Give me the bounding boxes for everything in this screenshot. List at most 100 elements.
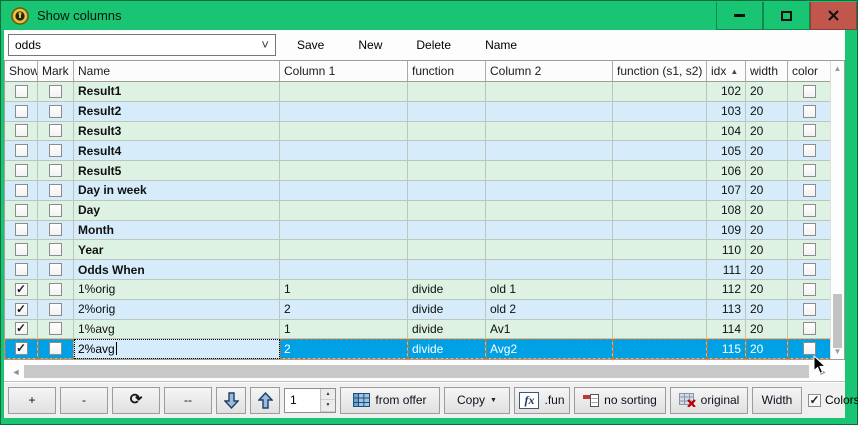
cell-width[interactable]: 20 [746, 339, 788, 359]
cell-column1[interactable]: 2 [280, 300, 408, 320]
scroll-left-icon[interactable]: ◄ [10, 367, 22, 377]
show-checkbox[interactable] [15, 184, 28, 197]
cell-idx[interactable]: 115 [707, 339, 746, 359]
cell-function2[interactable] [613, 122, 707, 142]
menu-item-delete[interactable]: Delete [415, 36, 452, 54]
cell-column2[interactable] [486, 122, 613, 142]
scroll-up-icon[interactable]: ▲ [831, 64, 844, 73]
column-header-column-1[interactable]: Column 1 [280, 61, 408, 81]
show-checkbox[interactable] [15, 223, 28, 236]
cell-width[interactable]: 20 [746, 141, 788, 161]
cell-idx[interactable]: 107 [707, 181, 746, 201]
cell-column1[interactable] [280, 82, 408, 102]
cell-width[interactable]: 20 [746, 102, 788, 122]
cell-column1[interactable] [280, 122, 408, 142]
cell-color[interactable] [788, 82, 830, 102]
cell-function1[interactable]: divide [408, 300, 486, 320]
cell-mark[interactable] [38, 82, 74, 102]
cell-idx[interactable]: 106 [707, 161, 746, 181]
color-checkbox[interactable] [803, 322, 816, 335]
cell-name[interactable]: Year [74, 240, 280, 260]
step-spinner[interactable]: 1 ▲ ▼ [284, 388, 336, 413]
cell-function1[interactable]: divide [408, 280, 486, 300]
cell-color[interactable] [788, 161, 830, 181]
cell-column1[interactable] [280, 201, 408, 221]
column-header-width[interactable]: width [746, 61, 788, 81]
refresh-button[interactable]: ⟳ [112, 387, 160, 414]
mark-checkbox[interactable] [49, 263, 62, 276]
table-row[interactable]: Result310420 [5, 122, 830, 142]
cell-width[interactable]: 20 [746, 82, 788, 102]
cell-show[interactable] [5, 240, 38, 260]
cell-width[interactable]: 20 [746, 280, 788, 300]
cell-column2[interactable] [486, 240, 613, 260]
cell-column2[interactable] [486, 260, 613, 280]
cell-name[interactable]: 2%avg [74, 339, 280, 359]
cell-column2[interactable] [486, 181, 613, 201]
cell-width[interactable]: 20 [746, 240, 788, 260]
cell-idx[interactable]: 112 [707, 280, 746, 300]
show-checkbox[interactable] [15, 105, 28, 118]
cell-name[interactable]: Result3 [74, 122, 280, 142]
cell-function2[interactable] [613, 161, 707, 181]
cell-mark[interactable] [38, 141, 74, 161]
cell-show[interactable] [5, 221, 38, 241]
cell-idx[interactable]: 111 [707, 260, 746, 280]
cell-mark[interactable] [38, 300, 74, 320]
show-checkbox[interactable]: ✓ [15, 303, 28, 316]
table-row[interactable]: Result510620 [5, 161, 830, 181]
color-checkbox[interactable] [803, 263, 816, 276]
add-button[interactable]: + [8, 387, 56, 414]
cell-idx[interactable]: 109 [707, 221, 746, 241]
move-up-button[interactable] [250, 387, 280, 414]
cell-function2[interactable] [613, 260, 707, 280]
cell-function2[interactable] [613, 201, 707, 221]
mark-checkbox[interactable] [49, 283, 62, 296]
cell-color[interactable] [788, 122, 830, 142]
table-row[interactable]: Day in week10720 [5, 181, 830, 201]
color-checkbox[interactable] [803, 204, 816, 217]
mark-checkbox[interactable] [49, 105, 62, 118]
cell-color[interactable] [788, 102, 830, 122]
cell-idx[interactable]: 108 [707, 201, 746, 221]
cell-function1[interactable] [408, 102, 486, 122]
cell-column1[interactable]: 2 [280, 339, 408, 359]
mark-checkbox[interactable] [49, 303, 62, 316]
show-checkbox[interactable]: ✓ [15, 283, 28, 296]
cell-function1[interactable] [408, 260, 486, 280]
cell-function2[interactable] [613, 339, 707, 359]
cell-column2[interactable] [486, 201, 613, 221]
cell-name[interactable]: Result4 [74, 141, 280, 161]
cell-show[interactable]: ✓ [5, 339, 38, 359]
menu-item-new[interactable]: New [357, 36, 383, 54]
column-header-name[interactable]: Name [74, 61, 280, 81]
cell-function2[interactable] [613, 181, 707, 201]
cell-width[interactable]: 20 [746, 221, 788, 241]
cell-function2[interactable] [613, 320, 707, 340]
table-row[interactable]: Day10820 [5, 201, 830, 221]
cell-function1[interactable] [408, 122, 486, 142]
cell-width[interactable]: 20 [746, 320, 788, 340]
cell-color[interactable] [788, 181, 830, 201]
cell-name[interactable]: 1%avg [74, 320, 280, 340]
cell-idx[interactable]: 103 [707, 102, 746, 122]
cell-width[interactable]: 20 [746, 201, 788, 221]
cell-function1[interactable] [408, 161, 486, 181]
horizontal-scrollbar[interactable]: ◄ ► [10, 363, 829, 380]
remove-all-button[interactable]: -- [164, 387, 212, 414]
vertical-scrollbar[interactable]: ▲ ▼ [830, 61, 844, 359]
cell-show[interactable]: ✓ [5, 320, 38, 340]
cell-column1[interactable] [280, 240, 408, 260]
cell-column2[interactable] [486, 221, 613, 241]
no-sorting-button[interactable]: no sorting [574, 387, 666, 414]
color-checkbox[interactable] [803, 85, 816, 98]
cell-column1[interactable] [280, 260, 408, 280]
cell-column2[interactable]: Avg2 [486, 339, 613, 359]
spinner-up-icon[interactable]: ▲ [321, 389, 335, 401]
cell-show[interactable] [5, 201, 38, 221]
column-header-function[interactable]: function [408, 61, 486, 81]
color-checkbox[interactable] [803, 105, 816, 118]
column-header-show[interactable]: Show [5, 61, 38, 81]
cell-function2[interactable] [613, 141, 707, 161]
cell-function1[interactable]: divide [408, 320, 486, 340]
